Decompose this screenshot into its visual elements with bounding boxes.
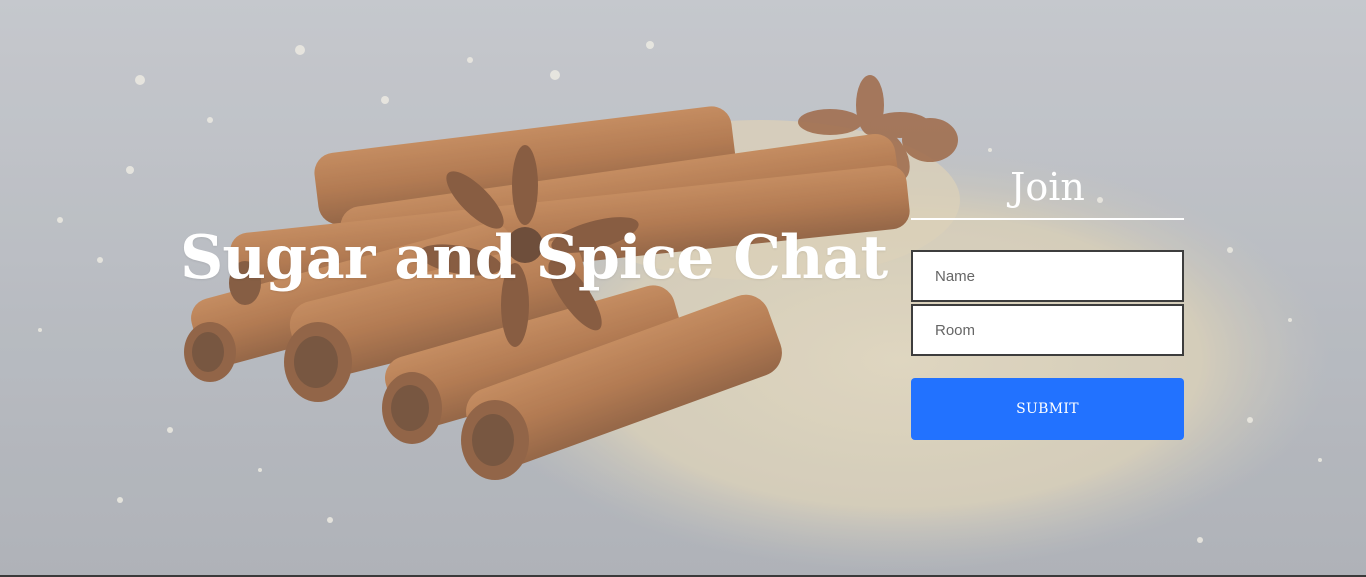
join-heading: Join bbox=[911, 160, 1184, 220]
submit-button[interactable]: SUBMIT bbox=[911, 378, 1184, 440]
room-input[interactable] bbox=[911, 304, 1184, 356]
join-form: Join SUBMIT bbox=[911, 160, 1184, 440]
name-input[interactable] bbox=[911, 250, 1184, 302]
page-title: Sugar and Spice Chat bbox=[180, 223, 888, 294]
